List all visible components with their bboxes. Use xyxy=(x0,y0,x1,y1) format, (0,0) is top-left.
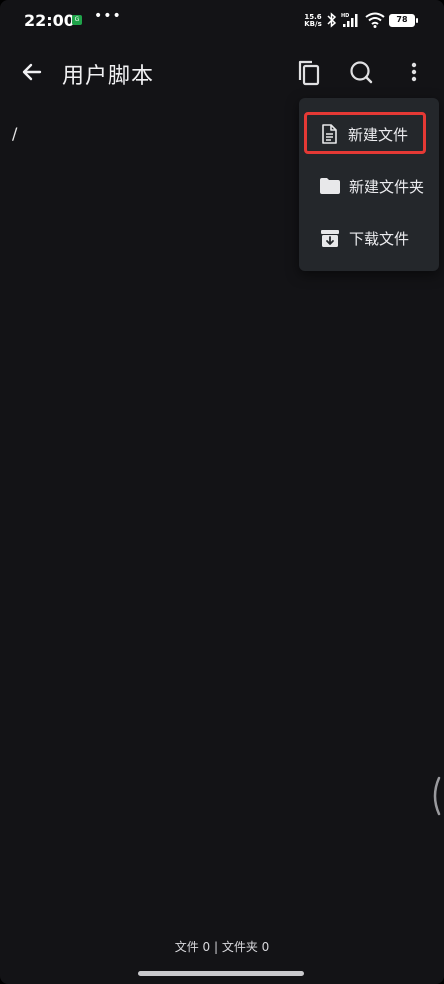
copy-button[interactable] xyxy=(292,56,324,88)
hd-label: HD xyxy=(341,13,349,19)
copy-icon xyxy=(298,60,320,86)
menu-item-label: 新建文件夹 xyxy=(349,178,425,196)
more-options-button[interactable] xyxy=(398,56,430,88)
status-time: 22:00 xyxy=(24,11,75,30)
status-bar: 22:00 G ••• 15.6 KB/s HD 78 xyxy=(0,0,444,40)
wifi-icon xyxy=(365,12,385,28)
network-speed: 15.6 KB/s xyxy=(303,14,323,28)
screen: 22:00 G ••• 15.6 KB/s HD 78 用户脚本 / 新建文件 … xyxy=(0,0,444,984)
file-icon xyxy=(322,124,337,144)
download-box-icon xyxy=(321,230,339,247)
app-notification-icon: G xyxy=(72,15,82,25)
menu-item-label: 下载文件 xyxy=(349,230,410,248)
menu-item-new-file[interactable]: 新建文件 xyxy=(304,112,426,154)
edge-swipe-handle[interactable] xyxy=(428,776,442,816)
current-path: / xyxy=(12,124,18,143)
battery-indicator: 78 xyxy=(389,14,418,27)
folder-icon xyxy=(320,178,340,194)
page-title: 用户脚本 xyxy=(62,64,155,89)
menu-item-label: 新建文件 xyxy=(348,126,409,144)
status-overflow-dots: ••• xyxy=(94,8,122,24)
arrow-left-icon xyxy=(22,63,42,81)
search-icon xyxy=(350,61,373,84)
back-button[interactable] xyxy=(16,56,48,88)
file-count-summary: 文件 0 | 文件夹 0 xyxy=(174,940,270,954)
overflow-menu: 新建文件 新建文件夹 下载文件 xyxy=(299,98,439,271)
network-speed-unit: KB/s xyxy=(304,20,322,28)
bluetooth-icon xyxy=(327,12,337,28)
search-button[interactable] xyxy=(345,56,377,88)
signal-icon: HD xyxy=(341,13,358,27)
menu-item-new-folder[interactable]: 新建文件夹 xyxy=(305,164,439,208)
menu-item-download-file[interactable]: 下载文件 xyxy=(305,216,439,260)
home-indicator[interactable] xyxy=(138,971,304,976)
app-bar: 用户脚本 xyxy=(0,40,444,104)
more-vert-icon xyxy=(411,62,417,82)
